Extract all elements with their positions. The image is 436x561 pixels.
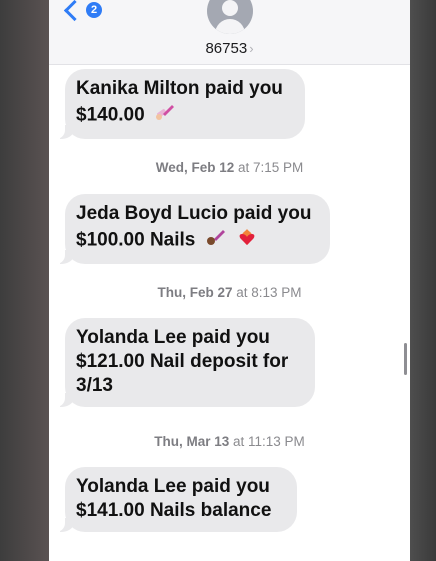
message-line: 3/13 [76,375,113,396]
message-line: $121.00 Nail deposit for [76,351,289,372]
nail-polish-icon [154,101,176,130]
message-bubble[interactable]: Yolanda Lee paid you $121.00 Nail deposi… [56,318,315,407]
message-bubble[interactable]: Yolanda Lee paid you $141.00 Nails balan… [56,467,297,532]
message-timestamp: Wed, Feb 12 at 7:15 PM [155,160,304,175]
message-line: Kanika Milton paid you [76,78,283,99]
message-line: $140.00 [76,104,145,126]
message-bubble[interactable]: Jeda Boyd Lucio paid you $100.00 Nails [56,194,330,264]
chevron-left-icon [63,0,86,21]
messages-screen: 2 86753› Kanika Milton paid you $140.00 [49,0,410,561]
contact-name-button[interactable]: 86753 › [49,40,410,57]
heart-on-fire-icon [236,226,258,255]
message-line: $141.00 Nails balance [76,500,272,521]
person-icon-body [215,19,245,34]
message-line: Yolanda Lee paid you [76,476,270,497]
contact-name: 86753 [205,40,248,57]
person-icon-head [222,0,238,16]
screen-frame: 2 86753› Kanika Milton paid you $140.00 [0,0,436,561]
scroll-indicator[interactable] [404,343,407,375]
message-timestamp: Thu, Mar 13 at 11:13 PM [154,434,305,449]
nail-polish-icon [205,226,227,255]
back-button[interactable]: 2 [63,0,102,21]
chevron-right-icon: › [249,41,254,56]
contact-avatar[interactable] [207,0,253,34]
message-timestamp: Thu, Feb 27 at 8:13 PM [157,285,302,300]
conversation-header: 2 86753 › [49,0,410,65]
message-bubble[interactable]: Kanika Milton paid you $140.00 [56,69,305,139]
message-line: Yolanda Lee paid you [76,327,270,348]
unread-badge: 2 [86,2,102,18]
message-line: Jeda Boyd Lucio paid you [76,203,312,224]
message-line: $100.00 Nails [76,229,196,251]
